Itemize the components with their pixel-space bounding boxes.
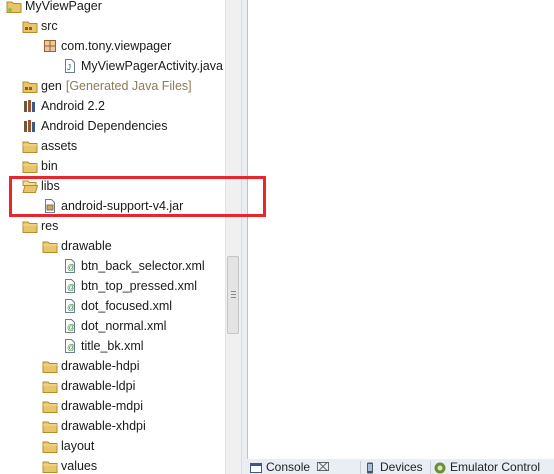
tree-item-label: src	[41, 19, 58, 33]
tree-item-label: res	[41, 219, 59, 233]
library-icon	[22, 98, 38, 114]
tree-item-label: btn_top_pressed.xml	[81, 279, 198, 293]
tree-item-drawable-ldpi[interactable]: drawable-ldpi	[42, 376, 135, 396]
tab-emulator-control[interactable]: Emulator Control	[431, 461, 553, 474]
tree-item-layout[interactable]: layout	[42, 436, 94, 456]
xml-file-icon: @	[62, 258, 78, 274]
folder-open-icon	[22, 178, 38, 194]
tree-item-android-dependencies[interactable]: Android Dependencies	[22, 116, 167, 136]
devices-icon	[364, 462, 376, 474]
tree-item-package[interactable]: com.tony.viewpager	[42, 36, 171, 56]
tree-item-btn-top-pressed[interactable]: @ btn_top_pressed.xml	[62, 276, 197, 296]
tree-item-label: libs	[41, 179, 60, 193]
tab-devices[interactable]: Devices	[361, 461, 431, 474]
svg-text:@: @	[67, 303, 75, 312]
tree-item-label: layout	[61, 439, 95, 453]
svg-text:@: @	[67, 323, 75, 332]
xml-file-icon: @	[62, 318, 78, 334]
tree-item-libs[interactable]: libs	[22, 176, 60, 196]
tree-item-values[interactable]: values	[42, 456, 97, 474]
tree-item-label: dot_normal.xml	[81, 319, 167, 333]
tab-label: Console	[266, 461, 311, 474]
tree-item-label: title_bk.xml	[81, 339, 144, 353]
java-file-icon: J	[62, 58, 78, 74]
tree-item-label: drawable-ldpi	[61, 379, 136, 393]
tab-label: Emulator Control	[450, 461, 541, 474]
project-explorer: MyViewPager src com.tony.viewpager J MyViewP…	[0, 0, 225, 474]
xml-file-icon: @	[62, 278, 78, 294]
tree-item-myviewpager[interactable]: MyViewPager	[6, 0, 102, 16]
folder-icon	[22, 158, 38, 174]
tree-item-label: MyViewPagerActivity.java	[81, 59, 223, 73]
tree-item-android-22[interactable]: Android 2.2	[22, 96, 105, 116]
scrollbar-grip	[231, 294, 236, 295]
source-folder-icon	[22, 78, 38, 94]
tree-item-dot-normal[interactable]: @ dot_normal.xml	[62, 316, 166, 336]
tree-item-suffix: [Generated Java Files]	[65, 79, 192, 93]
scrollbar-grip	[231, 291, 236, 292]
tree-item-title-bk[interactable]: @ title_bk.xml	[62, 336, 144, 356]
folder-icon	[42, 378, 58, 394]
tree-item-label: btn_back_selector.xml	[81, 259, 205, 273]
folder-icon	[22, 138, 38, 154]
editor-area[interactable]	[247, 0, 554, 460]
folder-icon	[42, 418, 58, 434]
svg-text:J: J	[67, 63, 71, 72]
tree-item-assets[interactable]: assets	[22, 136, 77, 156]
tree-item-label: MyViewPager	[25, 0, 102, 13]
folder-icon	[42, 398, 58, 414]
vertical-scrollbar[interactable]	[225, 0, 241, 474]
tree-item-label: assets	[41, 139, 78, 153]
scrollbar-thumb[interactable]	[227, 256, 239, 334]
tree-item-label: com.tony.viewpager	[61, 39, 172, 53]
package-icon	[42, 38, 58, 54]
tree-item-label: Android Dependencies	[41, 119, 168, 133]
tree-item-res[interactable]: res	[22, 216, 58, 236]
tree-item-drawable-hdpi[interactable]: drawable-hdpi	[42, 356, 140, 376]
source-folder-icon	[22, 18, 38, 34]
project-icon	[6, 0, 22, 14]
svg-text:@: @	[67, 283, 75, 292]
folder-icon	[42, 438, 58, 454]
tree-item-label: Android 2.2	[41, 99, 105, 113]
library-icon	[22, 118, 38, 134]
tree-item-label: drawable-mdpi	[61, 399, 143, 413]
tree-item-bin[interactable]: bin	[22, 156, 58, 176]
tree-item-label: gen	[41, 79, 62, 93]
folder-icon	[42, 238, 58, 254]
tree-item-drawable-xhdpi[interactable]: drawable-xhdpi	[42, 416, 146, 436]
console-icon	[250, 462, 262, 474]
close-icon[interactable]: ⌧	[316, 461, 330, 474]
bottom-tab-bar: Console ⌧ Devices Emulator Control	[247, 459, 554, 474]
tree-item-activity-java[interactable]: J MyViewPagerActivity.java	[62, 56, 223, 76]
tree-item-drawable[interactable]: drawable	[42, 236, 112, 256]
tree-item-gen[interactable]: gen [Generated Java Files]	[22, 76, 192, 96]
emulator-control-icon	[434, 462, 446, 474]
folder-icon	[42, 358, 58, 374]
folder-icon	[42, 458, 58, 474]
svg-text:@: @	[67, 263, 75, 272]
tree-item-btn-back-selector[interactable]: @ btn_back_selector.xml	[62, 256, 205, 276]
xml-file-icon: @	[62, 298, 78, 314]
tree-item-src[interactable]: src	[22, 16, 58, 36]
tab-console[interactable]: Console ⌧	[247, 461, 361, 474]
tree-item-label: dot_focused.xml	[81, 299, 173, 313]
xml-file-icon: @	[62, 338, 78, 354]
tree-item-label: android-support-v4.jar	[61, 199, 184, 213]
tree-item-support-jar[interactable]: android-support-v4.jar	[42, 196, 183, 216]
scrollbar-grip	[231, 297, 236, 298]
folder-icon	[22, 218, 38, 234]
tree-item-label: drawable	[61, 239, 112, 253]
jar-file-icon	[42, 198, 58, 214]
svg-text:@: @	[67, 343, 75, 352]
tree-item-label: drawable-xhdpi	[61, 419, 146, 433]
tree-item-dot-focused[interactable]: @ dot_focused.xml	[62, 296, 172, 316]
tab-label: Devices	[380, 461, 423, 474]
tree-item-drawable-mdpi[interactable]: drawable-mdpi	[42, 396, 143, 416]
tree-item-label: bin	[41, 159, 58, 173]
tree-item-label: drawable-hdpi	[61, 359, 140, 373]
tree-item-label: values	[61, 459, 98, 473]
